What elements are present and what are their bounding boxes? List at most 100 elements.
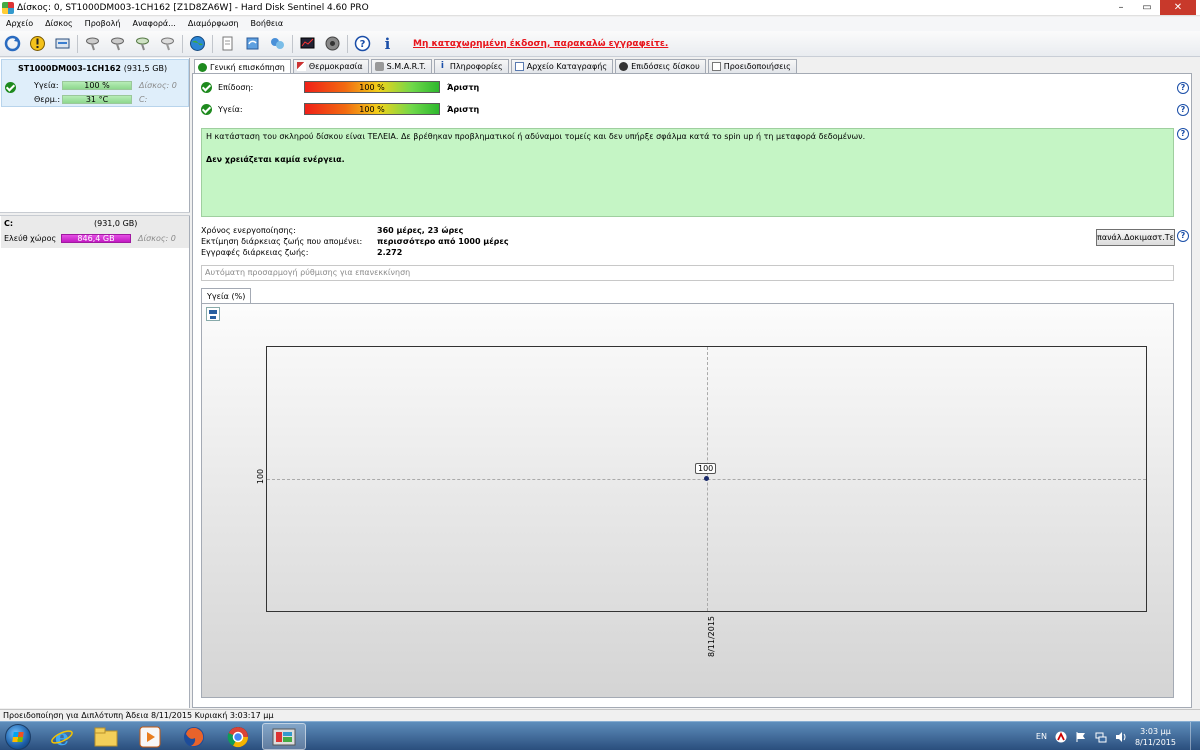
toolbar-separator (347, 34, 348, 53)
menu-disk[interactable]: Δίσκος (39, 17, 79, 31)
disk-index-label: Δίσκος: 0 (139, 81, 177, 90)
volume-letter: C: (4, 219, 14, 228)
y-tick-label: 100 (256, 468, 266, 485)
health-label: Υγεία: (34, 81, 59, 90)
toolbar-separator (292, 34, 293, 53)
tab-log[interactable]: Αρχείο Καταγραφής (510, 59, 614, 73)
globe-icon[interactable] (188, 34, 207, 53)
chrome-icon[interactable] (218, 723, 258, 750)
taskbar-clock[interactable]: 3:03 μμ 8/11/2015 (1135, 726, 1176, 748)
info-icon[interactable]: i (378, 34, 397, 53)
internet-explorer-icon[interactable]: e (42, 723, 82, 750)
lifetime-value: περισσότερο από 1000 μέρες (377, 237, 509, 246)
svg-text:e: e (55, 725, 69, 749)
tab-temperature[interactable]: Θερμοκρασία (292, 59, 369, 73)
show-desktop-button[interactable] (1190, 722, 1200, 750)
help-icon[interactable]: ? (1177, 128, 1189, 140)
document-icon[interactable] (218, 34, 237, 53)
sync-icon[interactable] (243, 34, 262, 53)
tab-overview[interactable]: Γενική επισκόπηση (194, 59, 291, 74)
media-player-icon[interactable] (130, 723, 170, 750)
tab-label: Προειδοποιήσεις (723, 62, 791, 71)
svg-text:i: i (385, 35, 391, 52)
minimize-button[interactable]: – (1108, 0, 1134, 15)
main-area: Γενική επισκόπηση Θερμοκρασία S.M.A.R.T.… (192, 58, 1200, 708)
health-chart: 100 8/11/2015 100 (256, 346, 1147, 657)
thermometer-icon (296, 62, 306, 71)
volume-item[interactable]: C: (931,0 GB) Ελεύθ χώρος 846,4 GB Δίσκο… (1, 216, 189, 248)
menu-report[interactable]: Αναφορά... (126, 17, 181, 31)
menu-file[interactable]: Αρχείο (0, 17, 39, 31)
menu-view[interactable]: Προβολή (79, 17, 127, 31)
antivirus-icon[interactable] (1055, 731, 1067, 743)
volume-disk-label: Δίσκος: 0 (138, 234, 176, 243)
language-indicator[interactable]: EN (1036, 732, 1047, 741)
system-tray: EN 3:03 μμ 8/11/2015 (1036, 722, 1200, 750)
help-icon[interactable]: ? (353, 34, 372, 53)
free-space-label: Ελεύθ χώρος (4, 234, 57, 243)
health-mini-bar: 100 % (62, 81, 132, 90)
performance-rating: Άριστη (447, 83, 480, 92)
overview-panel: Επίδοση: 100 % Άριστη ? Υγεία: 100 % Άρι… (192, 73, 1192, 708)
drive-tool-3-icon[interactable] (133, 34, 152, 53)
wrench-icon (374, 62, 384, 71)
writes-value: 2.272 (377, 248, 403, 257)
refresh-icon[interactable] (3, 34, 22, 53)
help-icon[interactable]: ? (1177, 82, 1189, 94)
tab-label: Πληροφορίες (449, 62, 503, 71)
menu-help[interactable]: Βοήθεια (244, 17, 289, 31)
chart-icon[interactable] (298, 34, 317, 53)
speaker-icon[interactable] (323, 34, 342, 53)
network-icon[interactable] (268, 34, 287, 53)
help-icon[interactable]: ? (1177, 104, 1189, 116)
tab-performance[interactable]: Επιδόσεις δίσκου (615, 59, 706, 73)
drive-letter-label: C: (139, 95, 148, 104)
health-ok-icon (201, 104, 212, 115)
firefox-icon[interactable] (174, 723, 214, 750)
temperature-mini-bar: 31 °C (62, 95, 132, 104)
menu-configuration[interactable]: Διαμόρφωση (182, 17, 245, 31)
close-button[interactable]: ✕ (1160, 0, 1196, 15)
start-button[interactable] (5, 724, 31, 750)
check-icon (198, 62, 207, 72)
registration-warning-link[interactable]: Μη καταχωρημένη έκδοση, παρακαλώ εγγραφε… (413, 39, 668, 49)
volume-size: (931,0 GB) (94, 219, 138, 228)
tab-alerts[interactable]: Προειδοποιήσεις (707, 59, 797, 73)
network-tray-icon[interactable] (1095, 731, 1107, 743)
status-bar: Προειδοποίηση για Διπλότυπη Άδεια 8/11/2… (0, 709, 1200, 721)
health-bar: 100 % (304, 103, 440, 115)
toolbar: ? i Μη καταχωρημένη έκδοση, παρακαλώ εγγ… (0, 31, 1200, 57)
menu-bar: Αρχείο Δίσκος Προβολή Αναφορά... Διαμόρφ… (0, 17, 1200, 31)
maximize-button[interactable]: ▭ (1134, 0, 1160, 15)
test-button[interactable]: πανάλ.Δοκιμαστ.Τεσ (1096, 229, 1175, 246)
page-icon (711, 62, 721, 71)
toolbar-separator (182, 34, 183, 53)
tab-information[interactable]: i Πληροφορίες (433, 59, 509, 73)
tab-health-graph[interactable]: Υγεία (%) (201, 288, 252, 304)
clock-date: 8/11/2015 (1134, 737, 1176, 747)
status-description: Η κατάσταση του σκληρού δίσκου είναι ΤΕΛ… (201, 128, 1174, 217)
action-text: Δεν χρειάζεται καμία ενέργεια. (206, 155, 345, 164)
drive-tool-2-icon[interactable] (108, 34, 127, 53)
tab-label: Γενική επισκόπηση (210, 62, 285, 72)
performance-label: Επίδοση: (218, 83, 254, 92)
alert-icon[interactable] (28, 34, 47, 53)
volume-tray-icon[interactable] (1115, 731, 1127, 743)
disk-report-icon[interactable] (53, 34, 72, 53)
auto-restart-field[interactable]: Αυτόματη προσαρμογή ρύθμισης για επανεκκ… (201, 265, 1174, 281)
disk-model: ST1000DM003-1CH162 (18, 64, 121, 73)
health-label: Υγεία: (218, 105, 243, 114)
drive-tool-icon[interactable] (83, 34, 102, 53)
save-icon[interactable] (206, 307, 220, 321)
tab-smart[interactable]: S.M.A.R.T. (370, 59, 432, 73)
action-center-flag-icon[interactable] (1075, 731, 1087, 743)
windows-taskbar: e EN 3:03 μμ 8/11/2015 (0, 721, 1200, 750)
hard-disk-sentinel-taskbar-icon[interactable] (262, 723, 306, 750)
help-icon[interactable]: ? (1177, 230, 1189, 242)
disk-item[interactable]: ST1000DM003-1CH162 (931,5 GB) Υγεία: 100… (1, 59, 189, 107)
file-explorer-icon[interactable] (86, 723, 126, 750)
window-title: Δίσκος: 0, ST1000DM003-1CH162 [Z1D8ZA6W]… (17, 2, 369, 13)
health-graph-area: 100 8/11/2015 100 (201, 303, 1174, 698)
gauge-icon (619, 62, 629, 71)
drive-tool-4-icon[interactable] (158, 34, 177, 53)
